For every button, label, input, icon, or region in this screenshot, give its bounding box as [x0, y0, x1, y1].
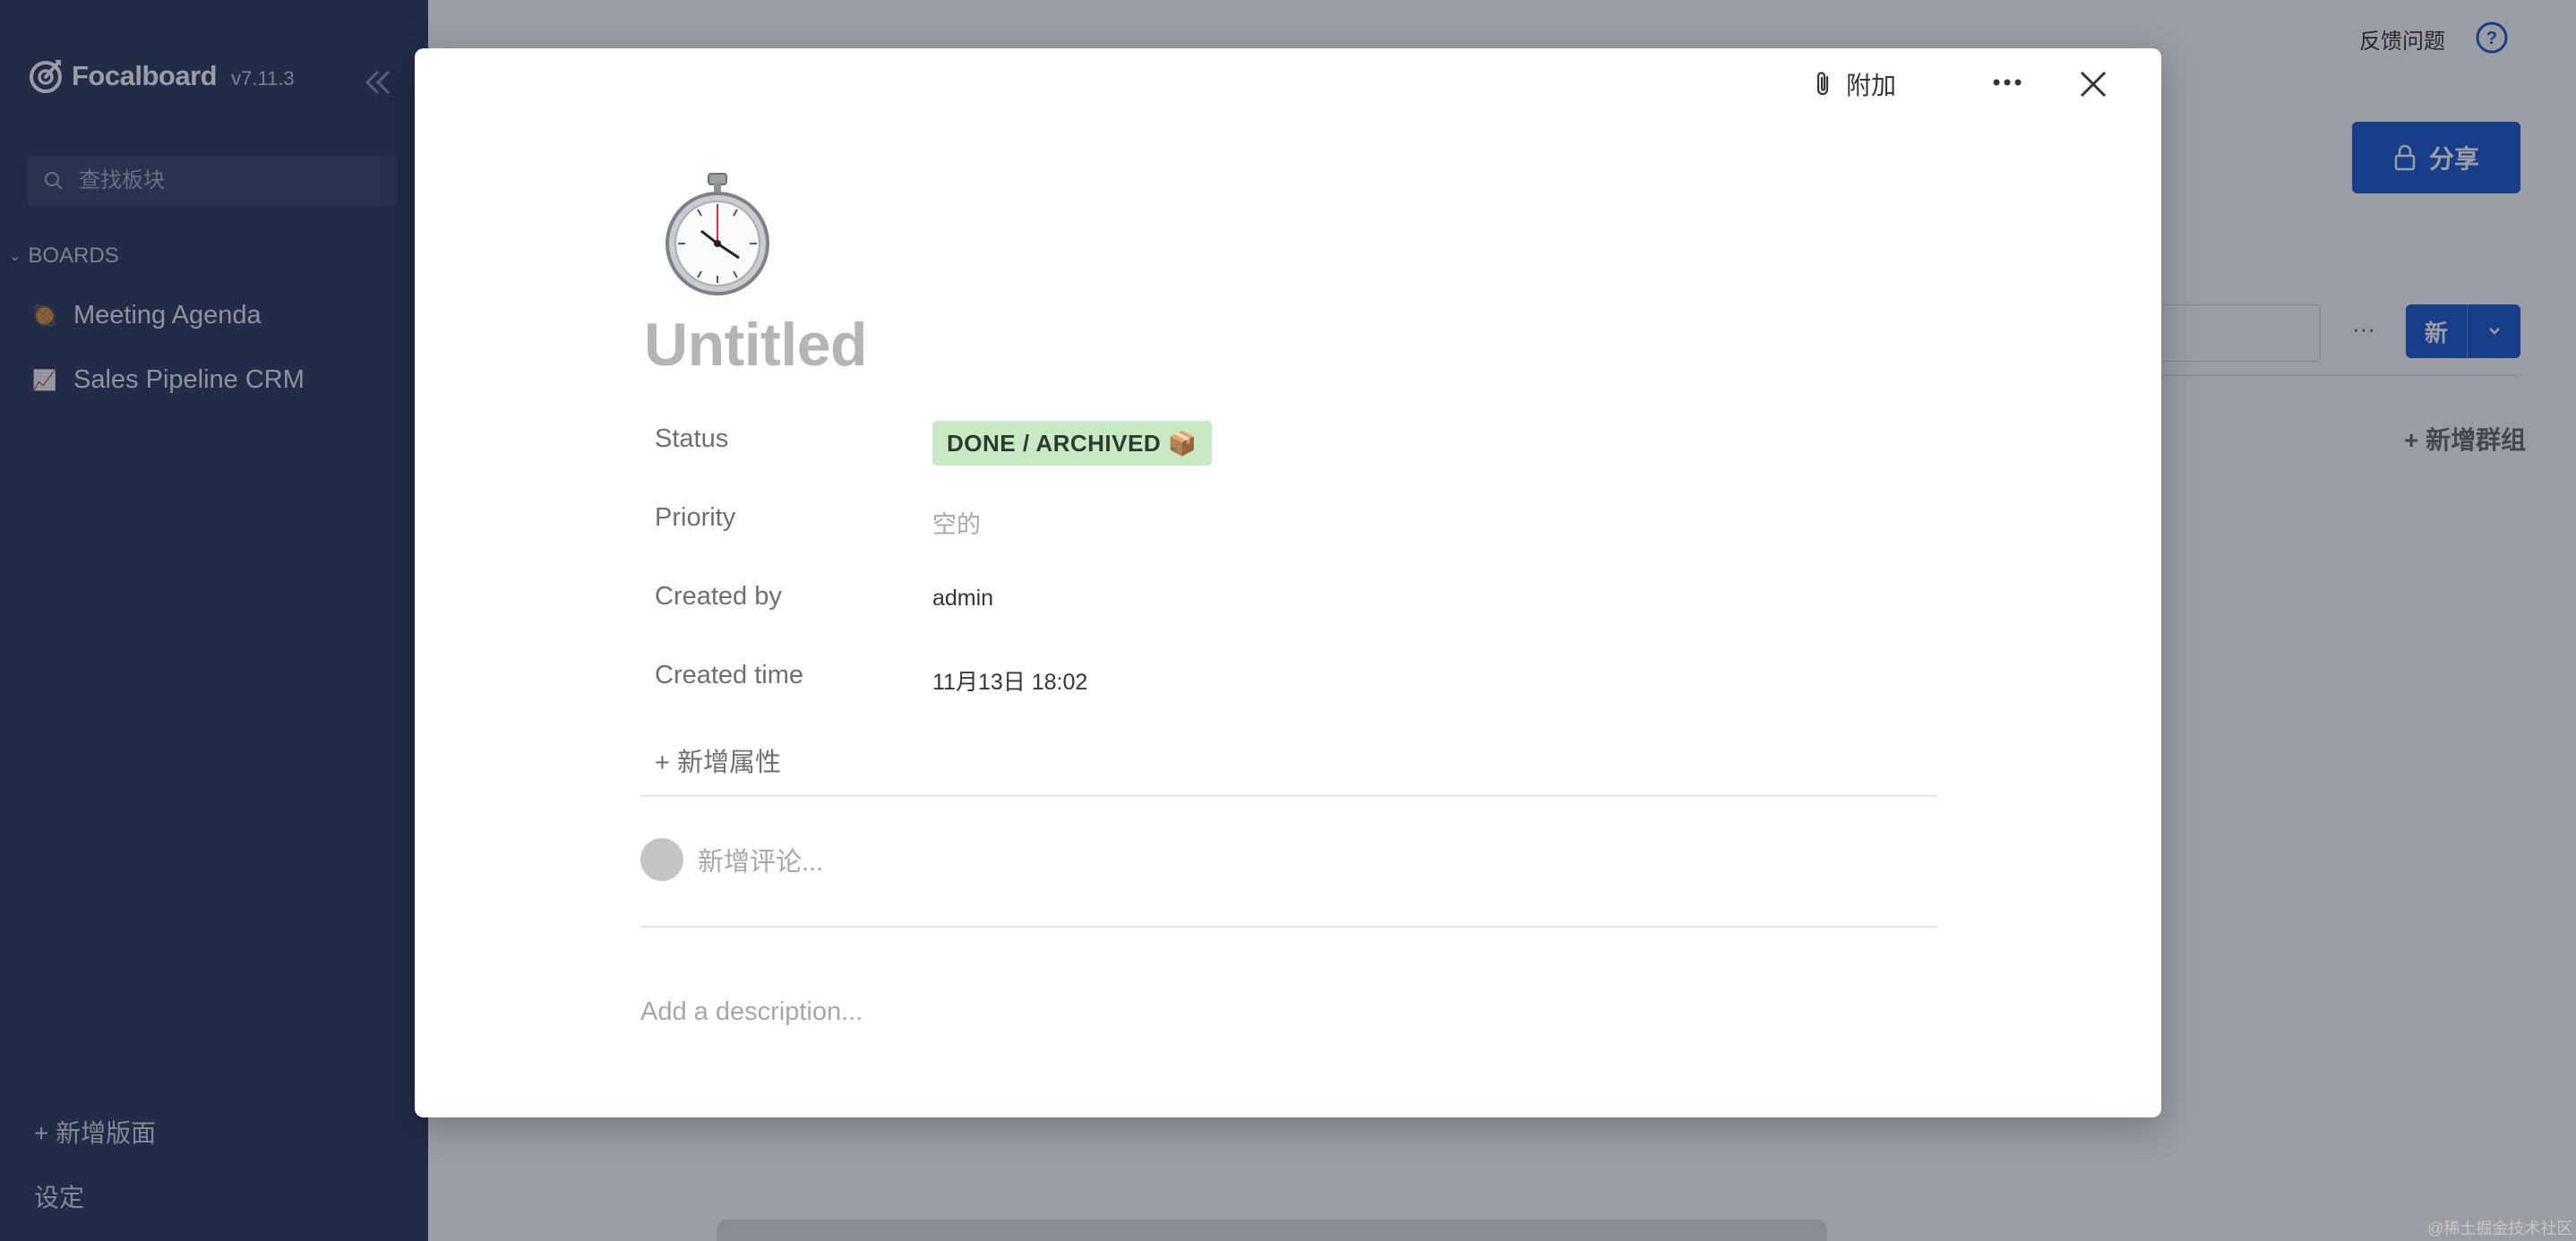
close-icon[interactable]: [2077, 68, 2109, 100]
add-property-button[interactable]: + 新增属性: [655, 741, 781, 779]
property-label-created-time[interactable]: Created time: [655, 661, 803, 690]
more-options-icon[interactable]: [1989, 68, 2025, 97]
stopwatch-icon[interactable]: [658, 172, 777, 295]
card-title[interactable]: Untitled: [644, 310, 868, 380]
comment-row[interactable]: 新增评论...: [640, 838, 823, 881]
avatar: [640, 838, 683, 881]
property-label-priority[interactable]: Priority: [655, 503, 735, 533]
description-input[interactable]: Add a description...: [640, 997, 863, 1027]
property-label-created-by[interactable]: Created by: [655, 582, 782, 612]
watermark: @稀土掘金技术社区: [2427, 1220, 2573, 1237]
section-divider: [640, 926, 1937, 928]
section-divider: [640, 795, 1937, 797]
property-value-created-by: admin: [932, 586, 994, 611]
paperclip-icon: [1816, 72, 1829, 96]
card-dialog: 附加 Untitled Status DONE / ARCHIVED 📦 Pri…: [415, 48, 2161, 1117]
attach-label: 附加: [1846, 72, 1897, 99]
status-badge[interactable]: DONE / ARCHIVED 📦: [932, 421, 1212, 466]
property-value-created-time: 11月13日 18:02: [932, 670, 1088, 695]
comment-input[interactable]: 新增评论...: [698, 841, 823, 878]
property-label-status[interactable]: Status: [655, 424, 728, 454]
attach-button[interactable]: 附加: [1814, 66, 1896, 102]
property-value-priority[interactable]: 空的: [932, 505, 981, 540]
